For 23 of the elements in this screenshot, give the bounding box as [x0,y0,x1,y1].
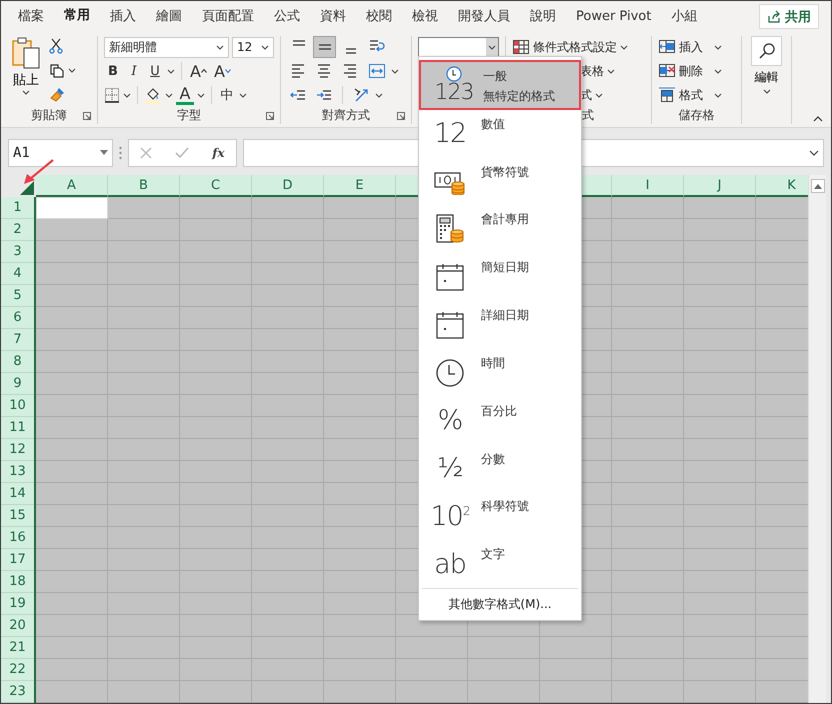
option-label: 會計專用 [481,211,529,228]
option-description: 無特定的格式 [483,88,555,105]
group-label: 式 [582,106,594,124]
format-glyph-icon: 10$^{2}$ [430,502,470,530]
format-glyph-icon: ½ [437,455,463,482]
format-glyph-icon: % [438,407,462,434]
format-glyph-icon: ab [434,550,466,578]
option-label: 簡短日期 [481,259,529,276]
option-label: 科學符號 [481,498,529,516]
option-label: 貨幣符號 [481,164,529,181]
option-label: 分數 [481,450,505,468]
group-label: 字型 [177,106,201,124]
group-label: 對齊方式 [322,106,370,124]
format-glyph-icon: 12 [434,120,466,148]
option-label: 數值 [481,116,505,133]
group-label: 剪貼簿 [31,106,67,124]
option-label: 一般 [483,68,508,85]
number-glyph-icon: 123 [434,82,474,104]
group-label: 儲存格 [678,106,714,124]
option-label: 文字 [481,546,505,564]
option-label: 百分比 [481,402,517,420]
option-label: 時間 [481,354,505,372]
option-label: 詳細日期 [481,307,529,324]
